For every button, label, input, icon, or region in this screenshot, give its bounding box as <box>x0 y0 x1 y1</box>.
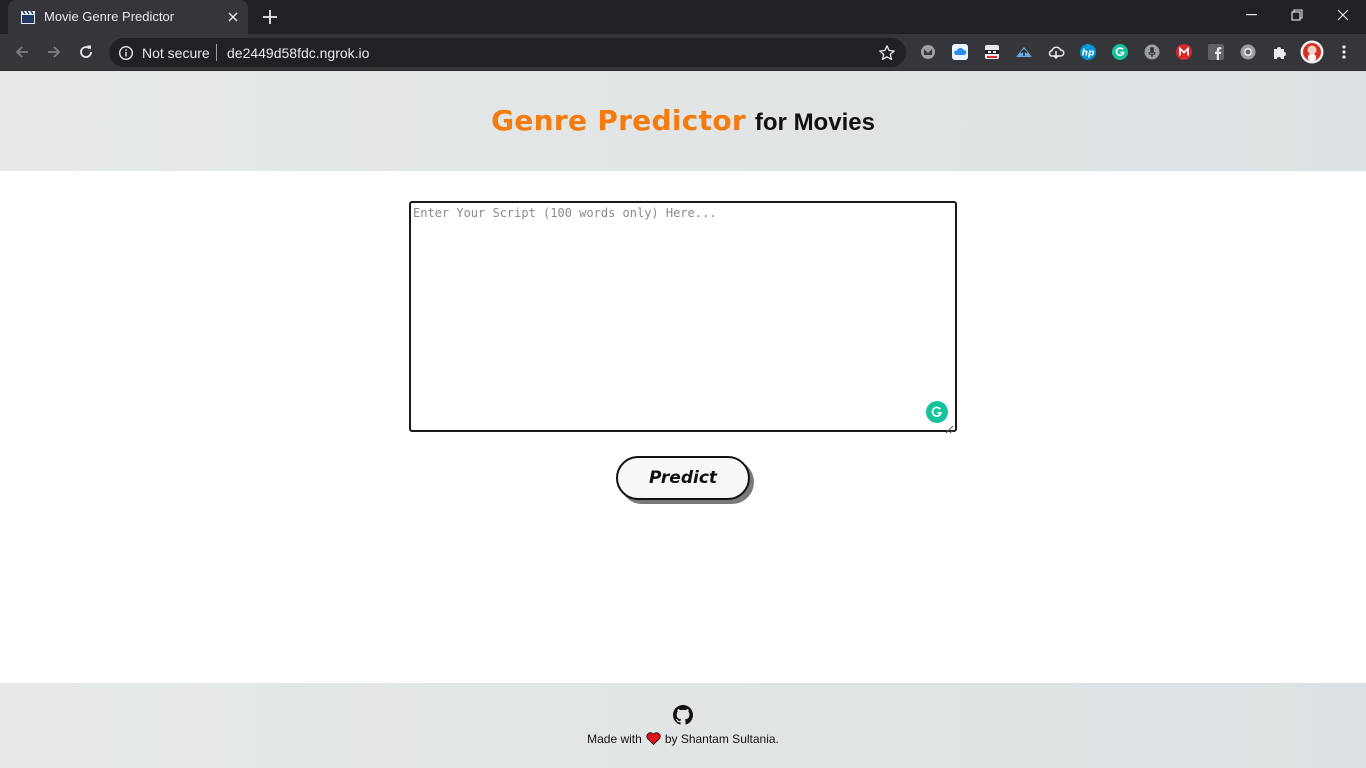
github-icon[interactable] <box>673 705 693 725</box>
bookmark-star-icon[interactable] <box>878 44 896 62</box>
close-window-icon[interactable] <box>1320 0 1366 30</box>
address-divider <box>216 44 217 61</box>
ninja-extension-icon[interactable] <box>983 43 1001 61</box>
profile-avatar[interactable] <box>1300 40 1324 64</box>
title-suffix: for Movies <box>754 109 875 136</box>
footer-credit: Made with by Shantam Sultania. <box>0 732 1366 746</box>
hp-extension-icon[interactable]: hp <box>1079 43 1097 61</box>
new-tab-icon[interactable] <box>259 6 281 28</box>
site-header: Genre Predictor for Movies <box>0 71 1366 171</box>
back-arrow-icon[interactable] <box>10 40 34 64</box>
browser-tab-bar: Movie Genre Predictor <box>0 0 1366 34</box>
script-input[interactable] <box>409 201 957 432</box>
upload-extension-icon[interactable] <box>1015 43 1033 61</box>
reload-icon[interactable] <box>74 40 98 64</box>
hp-logo-text: hp <box>1082 49 1095 59</box>
mic-extension-icon[interactable] <box>1143 43 1161 61</box>
close-tab-icon[interactable] <box>224 8 242 26</box>
grammarly-icon[interactable] <box>926 401 948 423</box>
record-extension-icon[interactable] <box>1239 43 1257 61</box>
title-accent: Genre Predictor <box>491 104 747 137</box>
cloud-extension-icon[interactable] <box>951 43 969 61</box>
clapperboard-icon <box>20 9 36 25</box>
restore-window-icon[interactable] <box>1274 0 1320 30</box>
grammarly-extension-icon[interactable] <box>1111 43 1129 61</box>
browser-tab[interactable]: Movie Genre Predictor <box>8 0 248 34</box>
mega-extension-icon[interactable] <box>1175 43 1193 61</box>
security-label[interactable]: Not secure <box>142 45 210 61</box>
kebab-menu-icon[interactable] <box>1335 43 1353 61</box>
page-title: Genre Predictor for Movies <box>0 101 1366 138</box>
gmail-extension-icon[interactable] <box>919 43 937 61</box>
minimize-window-icon[interactable] <box>1228 0 1274 30</box>
address-bar[interactable]: Not secure de2449d58fdc.ngrok.io <box>109 38 906 67</box>
facebook-extension-icon[interactable] <box>1207 43 1225 61</box>
info-icon[interactable] <box>118 45 134 61</box>
puzzle-icon[interactable] <box>1271 43 1289 61</box>
resize-handle-icon[interactable] <box>945 421 954 434</box>
forward-arrow-icon[interactable] <box>42 40 66 64</box>
browser-toolbar: Not secure de2449d58fdc.ngrok.io hp <box>0 34 1366 71</box>
footer-made-with: Made with <box>587 732 642 746</box>
site-footer: Made with by Shantam Sultania. <box>0 683 1366 768</box>
predict-button[interactable]: Predict <box>616 456 750 500</box>
download-extension-icon[interactable] <box>1047 43 1065 61</box>
main-content: Predict <box>0 171 1366 683</box>
tab-title: Movie Genre Predictor <box>44 9 175 24</box>
url-text[interactable]: de2449d58fdc.ngrok.io <box>227 45 369 61</box>
footer-author: by Shantam Sultania. <box>664 732 779 746</box>
heart-icon <box>646 732 661 746</box>
